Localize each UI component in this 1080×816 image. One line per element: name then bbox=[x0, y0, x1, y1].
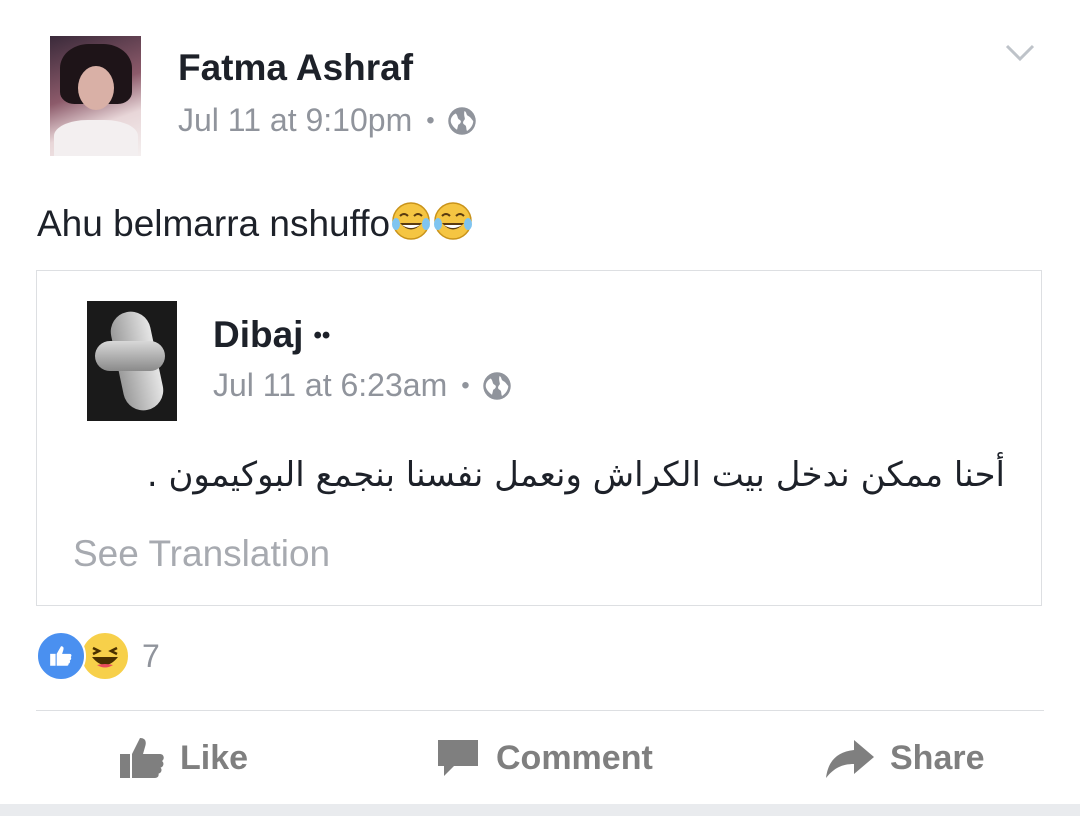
like-reaction-icon bbox=[36, 631, 86, 681]
shared-author-suffix: •• bbox=[313, 322, 331, 349]
like-label: Like bbox=[180, 738, 249, 777]
avatar-face bbox=[78, 66, 114, 110]
avatar-hand bbox=[95, 341, 165, 371]
comment-label: Comment bbox=[496, 738, 653, 777]
chevron-down-icon[interactable] bbox=[1004, 40, 1036, 66]
feed-separator bbox=[0, 804, 1080, 816]
like-button[interactable]: Like bbox=[118, 730, 248, 786]
actions-divider bbox=[36, 710, 1044, 711]
avatar-shirt bbox=[54, 120, 138, 156]
post-body: Ahu belmarra nshuffo bbox=[37, 203, 391, 244]
shared-post-meta: Jul 11 at 6:23am • bbox=[213, 367, 512, 404]
laughing-face-icon bbox=[92, 646, 118, 668]
share-label: Share bbox=[890, 738, 985, 777]
comment-button[interactable]: Comment bbox=[434, 730, 653, 786]
meta-separator: • bbox=[461, 371, 470, 399]
author-name[interactable]: Fatma Ashraf bbox=[178, 47, 413, 89]
tears-of-joy-emoji-icon bbox=[434, 202, 473, 240]
shared-author-avatar[interactable] bbox=[87, 301, 177, 421]
author-avatar[interactable] bbox=[50, 36, 141, 156]
globe-icon bbox=[447, 106, 476, 135]
comment-bubble-icon bbox=[438, 740, 478, 776]
tears-of-joy-emoji-icon bbox=[392, 202, 431, 240]
reaction-count[interactable]: 7 bbox=[142, 638, 160, 675]
thumbs-up-icon bbox=[120, 738, 164, 778]
see-translation-link[interactable]: See Translation bbox=[73, 533, 330, 575]
shared-post-card[interactable]: Dibaj •• Jul 11 at 6:23am • أحنا ممكن ندخ… bbox=[36, 270, 1042, 606]
globe-icon bbox=[482, 371, 511, 400]
shared-author-label: Dibaj bbox=[213, 314, 304, 355]
reactions-summary[interactable]: 7 bbox=[36, 631, 160, 681]
shared-post-text: أحنا ممكن ندخل بيت الكراش ونعمل نفسنا بن… bbox=[146, 455, 1005, 495]
share-arrow-icon bbox=[826, 740, 874, 778]
thumbs-up-icon bbox=[50, 646, 72, 666]
shared-post-timestamp[interactable]: Jul 11 at 6:23am bbox=[213, 367, 447, 404]
meta-separator: • bbox=[426, 106, 435, 134]
share-button[interactable]: Share bbox=[824, 730, 985, 786]
post-timestamp[interactable]: Jul 11 at 9:10pm bbox=[178, 102, 412, 139]
post-meta: Jul 11 at 9:10pm • bbox=[178, 102, 477, 139]
post-text: Ahu belmarra nshuffo bbox=[37, 200, 474, 245]
shared-author-name[interactable]: Dibaj •• bbox=[213, 314, 330, 356]
haha-reaction-icon bbox=[80, 631, 130, 681]
